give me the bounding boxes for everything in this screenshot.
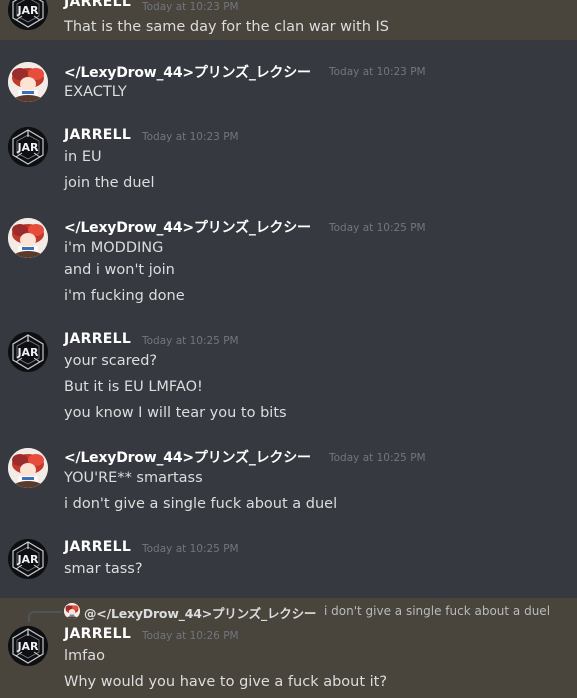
anime-character-avatar-icon	[64, 603, 80, 619]
message-text: i'm fucking done	[64, 288, 185, 304]
message-text: lmfao	[64, 648, 106, 664]
anime-character-avatar-icon	[8, 62, 48, 102]
avatar-lexy[interactable]	[8, 448, 48, 488]
avatar-lexy[interactable]	[8, 218, 48, 258]
message-text: smar tass?	[64, 561, 143, 577]
message-list: JARRELL Today at 10:23 PM That is the sa…	[0, 0, 577, 698]
avatar-jarrell[interactable]	[8, 127, 48, 167]
message-timestamp: Today at 10:25 PM	[329, 452, 426, 464]
reply-connector	[28, 611, 62, 622]
jar-logo-icon	[8, 539, 48, 579]
message-timestamp: Today at 10:26 PM	[142, 630, 239, 642]
anime-character-avatar-icon	[8, 448, 48, 488]
reply-preview-text[interactable]: i don't give a single fuck about a duel	[324, 604, 550, 618]
avatar-jarrell[interactable]	[8, 626, 48, 666]
message-text: But it is EU LMFAO!	[64, 379, 203, 395]
avatar-jarrell[interactable]	[8, 332, 48, 372]
jar-logo-icon	[8, 332, 48, 372]
message-timestamp: Today at 10:23 PM	[142, 1, 239, 13]
message-text: i don't give a single fuck about a duel	[64, 496, 338, 512]
message-text: in EU	[64, 149, 102, 165]
message-author[interactable]: JARRELL	[64, 127, 131, 143]
message-text: Why would you have to give a fuck about …	[64, 674, 388, 690]
message-text: i'm MODDING	[64, 240, 164, 256]
message-timestamp: Today at 10:23 PM	[329, 66, 426, 78]
message-timestamp: Today at 10:25 PM	[329, 222, 426, 234]
message-text: join the duel	[64, 175, 155, 191]
message-author[interactable]: JARRELL	[64, 331, 131, 347]
message-text: EXACTLY	[64, 84, 127, 100]
message-author[interactable]: </LexyDrow_44>プリンズ_レクシー	[64, 217, 311, 237]
message-author[interactable]: </LexyDrow_44>プリンズ_レクシー	[64, 447, 311, 467]
jar-logo-icon	[8, 626, 48, 666]
jar-logo-icon	[8, 127, 48, 167]
message-timestamp: Today at 10:23 PM	[142, 131, 239, 143]
message-text: you know I will tear you to bits	[64, 405, 287, 421]
message-text: and i won't join	[64, 262, 175, 278]
message-author[interactable]: </LexyDrow_44>プリンズ_レクシー	[64, 62, 311, 82]
avatar-lexy[interactable]	[8, 62, 48, 102]
avatar-jarrell[interactable]	[8, 539, 48, 579]
message-text: your scared?	[64, 353, 158, 369]
message-text: That is the same day for the clan war wi…	[64, 19, 390, 35]
reply-author[interactable]: @</LexyDrow_44>プリンズ_レクシー	[84, 603, 316, 622]
message-author[interactable]: JARRELL	[64, 539, 131, 555]
message-author[interactable]: JARRELL	[64, 0, 131, 10]
reply-avatar[interactable]	[64, 603, 80, 619]
message-timestamp: Today at 10:25 PM	[142, 543, 239, 555]
anime-character-avatar-icon	[8, 218, 48, 258]
message-text: YOU'RE** smartass	[64, 470, 203, 486]
message-author[interactable]: JARRELL	[64, 626, 131, 642]
message-timestamp: Today at 10:25 PM	[142, 335, 239, 347]
